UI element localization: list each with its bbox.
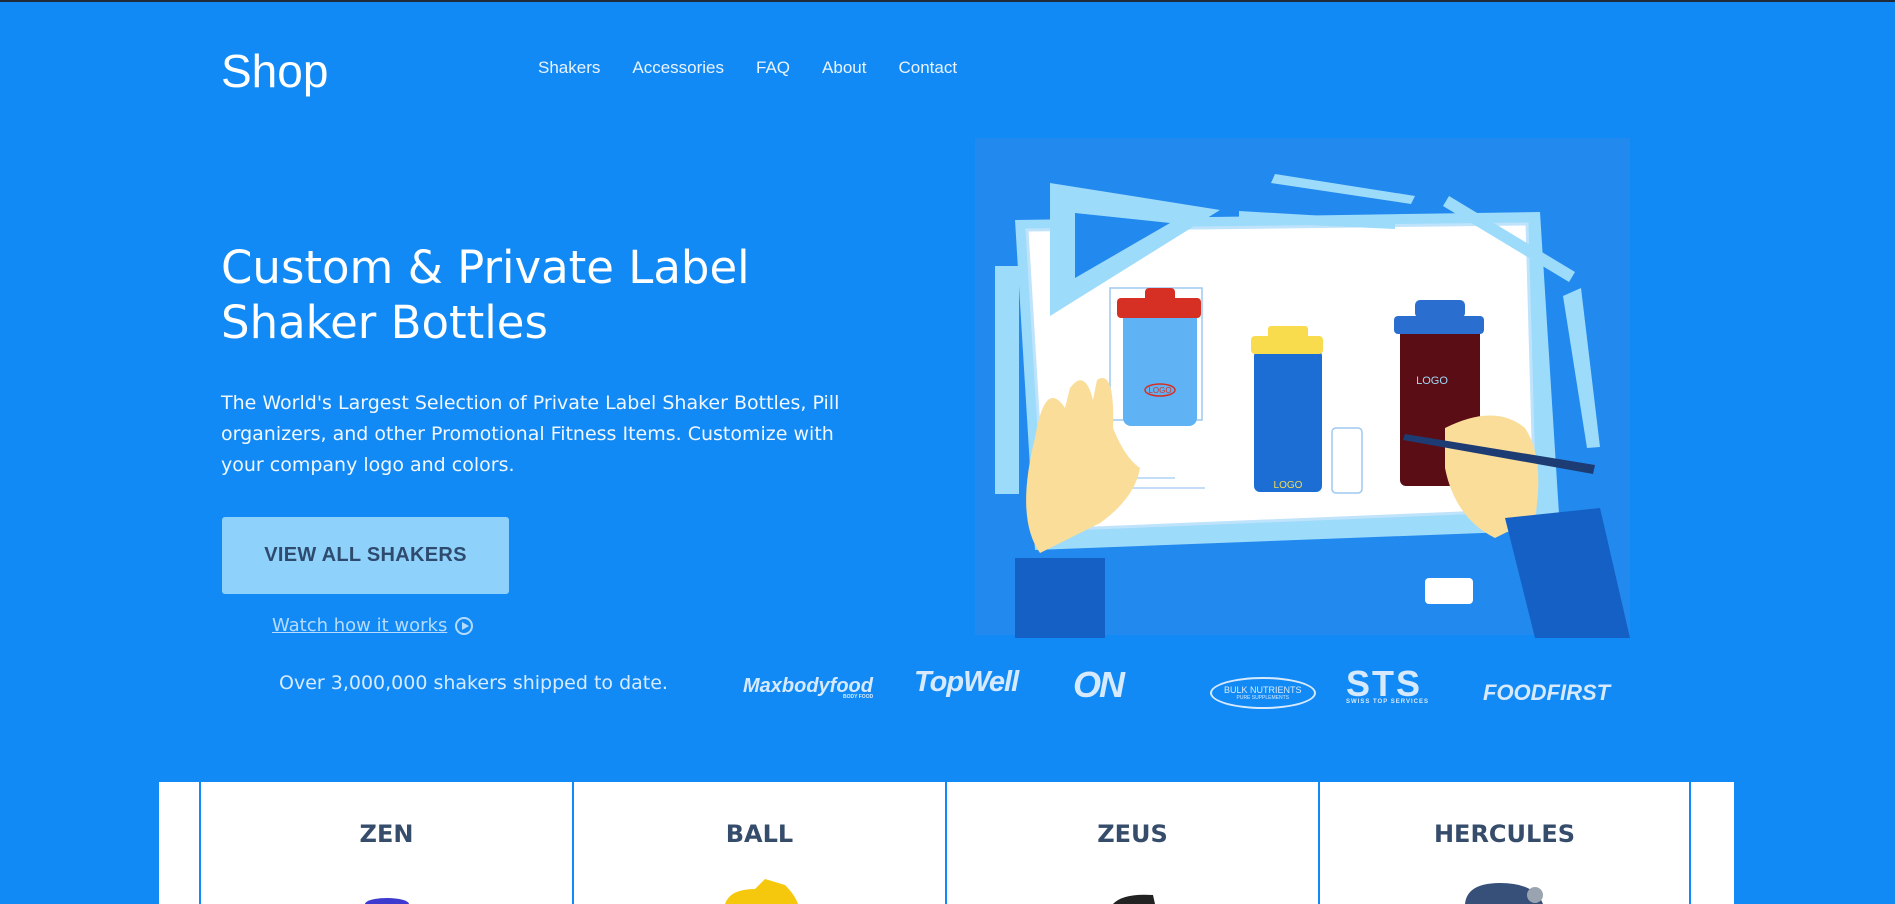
nav-faq[interactable]: FAQ [756,58,790,78]
bottle-red-cap [1123,308,1197,426]
logo-bulk-nutrients-subline: PURE SUPPLEMENTS [1236,695,1290,701]
nav-shakers[interactable]: Shakers [538,58,600,78]
nav-contact[interactable]: Contact [898,58,957,78]
bottle-2-logo-text: LOGO [1274,480,1303,491]
view-all-shakers-button[interactable]: VIEW ALL SHAKERS [222,517,509,594]
hero-description: The World's Largest Selection of Private… [221,392,840,476]
watch-label: Watch how it works [272,615,448,636]
client-logos: Maxbodyfood BODY FOOD TopWell ON BULK NU… [740,663,1620,715]
hercules-bottle-image [1464,883,1543,904]
product-title-hercules: HERCULES [1433,820,1576,848]
zeus-bottle-image [1112,894,1155,904]
shipped-count-text: Over 3,000,000 shakers shipped to date. [279,672,668,694]
product-card-ball[interactable]: BALL [572,782,945,904]
logo-maxbodyfood: Maxbodyfood BODY FOOD [743,675,874,700]
play-circle-icon [455,616,474,635]
hero-illustration: LOGO LOGO LOGO [975,138,1630,638]
eraser [1425,578,1473,604]
ball-bottle-image [724,879,798,904]
bottle-3-logo-text: LOGO [1416,375,1448,387]
zen-bottle-image [364,898,409,904]
bottle-1-logo-text: LOGO [1148,386,1171,395]
logo-topwell: TopWell [914,666,1019,698]
logo-sts-subline: SWISS TOP SERVICES [1346,699,1430,705]
brand-logo[interactable]: Shop [221,44,328,98]
nav-accessories[interactable]: Accessories [632,58,724,78]
top-border [0,0,1895,2]
logo-bulk-nutrients: BULK NUTRIENTS PURE SUPPLEMENTS [1210,677,1316,709]
logo-sts: STS SWISS TOP SERVICES [1346,663,1430,705]
watch-how-it-works-link[interactable]: Watch how it works [272,615,474,636]
left-sleeve [1015,558,1105,638]
ruler [995,266,1019,494]
logo-on: ON [1073,664,1125,705]
product-title-zen: ZEN [359,820,414,848]
product-title-ball: BALL [725,820,794,848]
hero-title: Custom & Private Label Shaker Bottles [221,241,750,349]
product-card-zeus[interactable]: ZEUS [945,782,1318,904]
product-card-hercules[interactable]: HERCULES [1318,782,1691,904]
nav-about[interactable]: About [822,58,866,78]
logo-foodfirst: FOODFIRST [1483,680,1611,705]
main-nav: Shakers Accessories FAQ About Contact [538,58,957,78]
product-cards: ZEN BALL ZEUS HERCULES [159,782,1734,904]
product-title-zeus: ZEUS [1097,820,1168,848]
bottle-yellow-cap [1254,350,1322,492]
logo-maxbodyfood-subline: BODY FOOD [843,694,874,700]
product-card-zen[interactable]: ZEN [199,782,572,904]
